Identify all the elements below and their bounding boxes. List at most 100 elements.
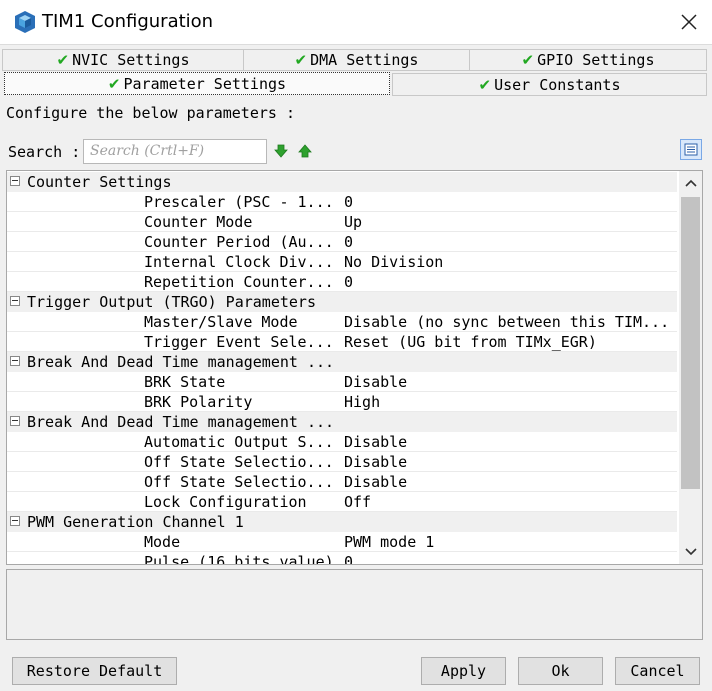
parameter-value[interactable]: 0 bbox=[344, 272, 353, 292]
parameter-name: Off State Selectio... bbox=[144, 453, 334, 471]
tab-label: GPIO Settings bbox=[537, 51, 655, 69]
restore-default-button[interactable]: Restore Default bbox=[12, 657, 177, 685]
tab-dma-settings[interactable]: ✔ DMA Settings bbox=[243, 49, 470, 71]
parameter-name: BRK Polarity bbox=[144, 393, 253, 411]
parameter-value[interactable]: Disable (no sync between this TIM... bbox=[344, 312, 669, 332]
collapse-toggle-icon[interactable] bbox=[10, 356, 20, 366]
parameter-row[interactable]: Internal Clock Div... No Division bbox=[7, 252, 677, 272]
parameter-value[interactable]: 0 bbox=[344, 232, 353, 252]
parameter-name: Pulse (16 bits value) bbox=[144, 553, 334, 565]
parameter-value[interactable]: Disable bbox=[344, 372, 407, 392]
chevron-up-icon bbox=[684, 179, 697, 187]
parameter-value[interactable]: 0 bbox=[344, 552, 353, 564]
collapse-toggle-icon[interactable] bbox=[10, 176, 20, 186]
parameter-value[interactable]: Reset (UG bit from TIMx_EGR) bbox=[344, 332, 597, 352]
cancel-button[interactable]: Cancel bbox=[615, 657, 700, 685]
close-button[interactable] bbox=[666, 0, 712, 44]
tab-nvic-settings[interactable]: ✔ NVIC Settings bbox=[2, 49, 244, 71]
group-label: Break And Dead Time management ... bbox=[27, 413, 335, 431]
scroll-up-button[interactable] bbox=[679, 171, 702, 195]
checkmark-icon: ✔ bbox=[56, 51, 70, 69]
parameter-row[interactable]: Prescaler (PSC - 1... 0 bbox=[7, 192, 677, 212]
parameter-value[interactable]: 0 bbox=[344, 192, 353, 212]
close-icon bbox=[681, 14, 697, 30]
arrow-up-icon[interactable] bbox=[298, 143, 312, 159]
parameter-row[interactable]: BRK Polarity High bbox=[7, 392, 677, 412]
parameter-name: Repetition Counter... bbox=[144, 273, 334, 291]
arrow-down-icon[interactable] bbox=[274, 143, 288, 159]
tab-user-constants[interactable]: ✔ User Constants bbox=[392, 73, 707, 96]
checkmark-icon: ✔ bbox=[107, 74, 121, 93]
checkmark-icon: ✔ bbox=[521, 51, 535, 69]
search-label: Search : bbox=[8, 143, 81, 161]
cube-app-icon bbox=[15, 11, 35, 33]
tab-gpio-settings[interactable]: ✔ GPIO Settings bbox=[469, 49, 707, 71]
title-bar: TIM1 Configuration bbox=[0, 0, 712, 45]
configure-label: Configure the below parameters : bbox=[6, 104, 295, 122]
parameter-value[interactable]: High bbox=[344, 392, 380, 412]
window-title: TIM1 Configuration bbox=[42, 11, 214, 32]
parameter-value[interactable]: Off bbox=[344, 492, 371, 512]
tree-group-row[interactable]: PWM Generation Channel 1 bbox=[7, 512, 677, 532]
chevron-down-icon bbox=[684, 548, 697, 556]
scroll-down-button[interactable] bbox=[679, 540, 702, 564]
parameter-row[interactable]: Automatic Output S... Disable bbox=[7, 432, 677, 452]
parameter-name: Trigger Event Sele... bbox=[144, 333, 334, 351]
parameter-name: Prescaler (PSC - 1... bbox=[144, 193, 334, 211]
checkmark-icon: ✔ bbox=[478, 75, 492, 94]
parameter-row[interactable]: Pulse (16 bits value) 0 bbox=[7, 552, 677, 565]
tab-label: NVIC Settings bbox=[72, 51, 190, 69]
tab-label: User Constants bbox=[494, 75, 621, 94]
tree-group-row[interactable]: Trigger Output (TRGO) Parameters bbox=[7, 292, 677, 312]
parameter-name: Automatic Output S... bbox=[144, 433, 334, 451]
parameter-name: Lock Configuration bbox=[144, 493, 307, 511]
list-view-button[interactable] bbox=[680, 139, 702, 160]
vertical-scrollbar[interactable] bbox=[679, 171, 702, 564]
parameter-name: BRK State bbox=[144, 373, 226, 391]
parameter-value[interactable]: No Division bbox=[344, 252, 443, 272]
parameter-name: Mode bbox=[144, 533, 181, 551]
list-view-icon bbox=[684, 143, 698, 156]
checkmark-icon: ✔ bbox=[294, 51, 308, 69]
parameter-name: Counter Mode bbox=[144, 213, 253, 231]
tim1-configuration-dialog: TIM1 Configuration ✔ NVIC Settings ✔ DMA… bbox=[0, 0, 712, 691]
description-panel bbox=[6, 569, 703, 640]
parameter-value[interactable]: Disable bbox=[344, 452, 407, 472]
parameter-row[interactable]: Counter Period (Au... 0 bbox=[7, 232, 677, 252]
tree-group-row[interactable]: Counter Settings bbox=[7, 172, 677, 192]
parameter-row[interactable]: Mode PWM mode 1 bbox=[7, 532, 677, 552]
parameter-tree: Counter Settings Prescaler (PSC - 1... 0 Co… bbox=[6, 170, 703, 565]
parameter-row[interactable]: Repetition Counter... 0 bbox=[7, 272, 677, 292]
parameter-row[interactable]: Trigger Event Sele... Reset (UG bit from … bbox=[7, 332, 677, 352]
parameter-name: Master/Slave Mode bbox=[144, 313, 298, 331]
parameter-row[interactable]: Off State Selectio... Disable bbox=[7, 452, 677, 472]
collapse-toggle-icon[interactable] bbox=[10, 296, 20, 306]
parameter-value[interactable]: Disable bbox=[344, 432, 407, 452]
parameter-row[interactable]: BRK State Disable bbox=[7, 372, 677, 392]
parameter-row[interactable]: Lock Configuration Off bbox=[7, 492, 677, 512]
tree-group-row[interactable]: Break And Dead Time management ... bbox=[7, 352, 677, 372]
collapse-toggle-icon[interactable] bbox=[10, 416, 20, 426]
parameter-row[interactable]: Counter Mode Up bbox=[7, 212, 677, 232]
group-label: Trigger Output (TRGO) Parameters bbox=[27, 293, 316, 311]
parameter-value[interactable]: PWM mode 1 bbox=[344, 532, 434, 552]
parameter-row[interactable]: Master/Slave Mode Disable (no sync betwee… bbox=[7, 312, 677, 332]
apply-button[interactable]: Apply bbox=[421, 657, 506, 685]
tree-group-row[interactable]: Break And Dead Time management ... bbox=[7, 412, 677, 432]
search-input[interactable]: Search (Crtl+F) bbox=[83, 139, 267, 164]
group-label: Counter Settings bbox=[27, 173, 172, 191]
tab-parameter-settings[interactable]: ✔ Parameter Settings bbox=[4, 72, 390, 95]
tab-label: Parameter Settings bbox=[123, 74, 287, 93]
parameter-value[interactable]: Up bbox=[344, 212, 362, 232]
tab-label: DMA Settings bbox=[310, 51, 419, 69]
group-label: Break And Dead Time management ... bbox=[27, 353, 335, 371]
group-label: PWM Generation Channel 1 bbox=[27, 513, 244, 531]
parameter-row[interactable]: Off State Selectio... Disable bbox=[7, 472, 677, 492]
ok-button[interactable]: Ok bbox=[518, 657, 603, 685]
parameter-name: Off State Selectio... bbox=[144, 473, 334, 491]
parameter-name: Counter Period (Au... bbox=[144, 233, 334, 251]
parameter-name: Internal Clock Div... bbox=[144, 253, 334, 271]
parameter-value[interactable]: Disable bbox=[344, 472, 407, 492]
scroll-thumb[interactable] bbox=[681, 197, 700, 489]
collapse-toggle-icon[interactable] bbox=[10, 516, 20, 526]
